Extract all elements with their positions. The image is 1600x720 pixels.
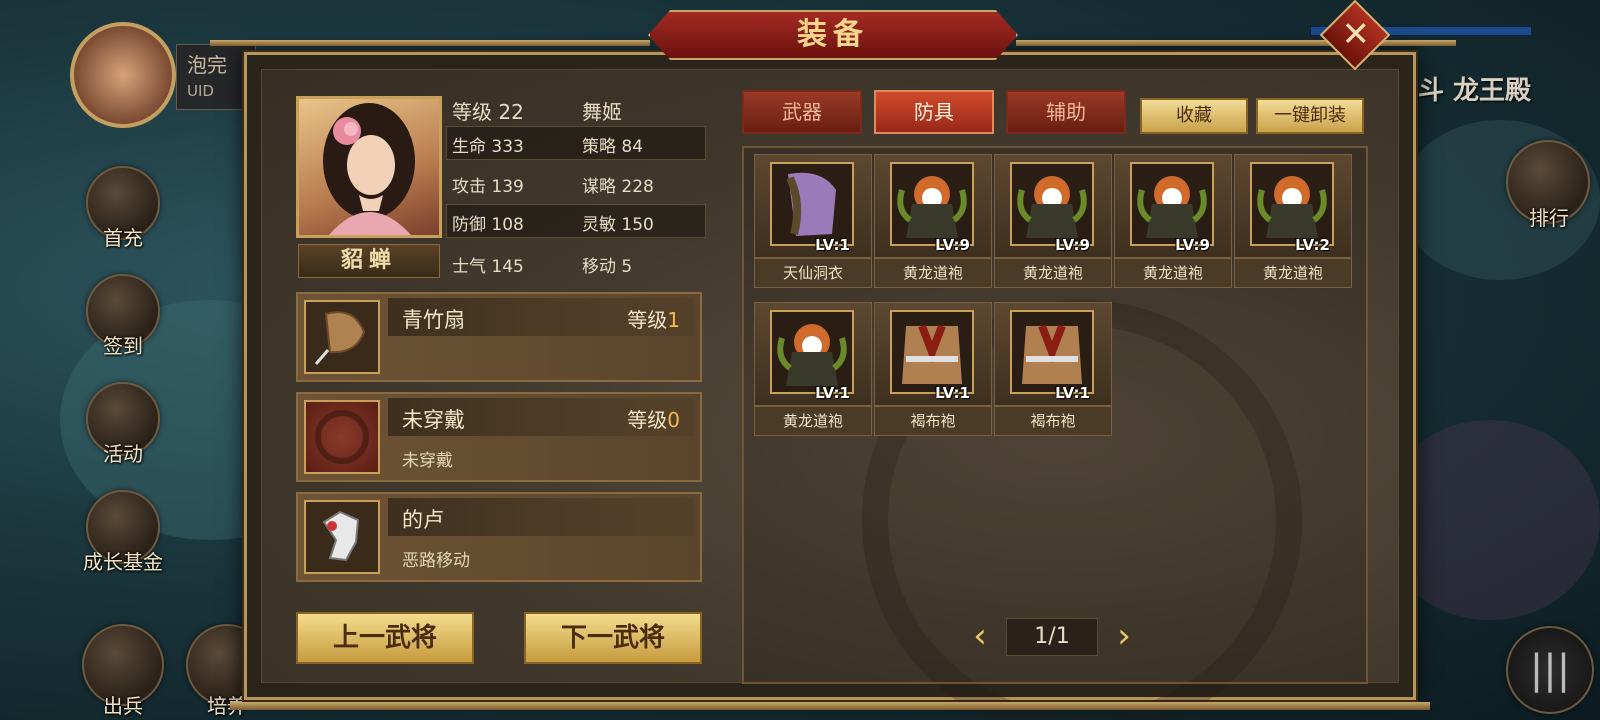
equipped-item-desc: 恶路移动: [402, 551, 470, 571]
item-level: LV:1: [1055, 384, 1090, 402]
item-level: LV:2: [1295, 236, 1330, 254]
inventory-item[interactable]: LV:1 褐布袍: [994, 302, 1112, 436]
dragon-armor-icon: [890, 162, 974, 246]
stat-tactics: 谋略 228: [582, 177, 654, 197]
item-level: LV:1: [815, 236, 850, 254]
menu-button[interactable]: |||: [1506, 626, 1594, 714]
title-ornament-left: [210, 40, 650, 46]
hero-job: 舞姬: [582, 100, 622, 124]
equipped-mount-slot[interactable]: 的卢 恶路移动: [296, 492, 702, 582]
stat-move: 移动 5: [582, 257, 633, 277]
item-name: 黄龙道袍: [1114, 258, 1232, 288]
stat-hp: 生命 333: [452, 137, 524, 157]
unequip-all-button[interactable]: 一键卸装: [1256, 98, 1364, 134]
brown-robe-icon: [890, 310, 974, 394]
inventory-item[interactable]: LV:9 黄龙道袍: [874, 154, 992, 288]
dialog-title: 装备: [648, 10, 1018, 60]
stat-morale: 士气 145: [452, 257, 524, 277]
next-page-button[interactable]: ›: [1108, 618, 1140, 656]
growth-fund-label: 成长基金: [83, 550, 163, 574]
hero-portrait: [296, 96, 442, 238]
inventory-item[interactable]: LV:1 天仙洞衣: [754, 154, 872, 288]
equipped-item-name: 的卢: [402, 508, 444, 532]
prev-page-button[interactable]: ‹: [964, 618, 996, 656]
page-indicator: 1/1: [1006, 618, 1098, 656]
equipped-armor-slot[interactable]: 未穿戴 等级0 未穿戴: [296, 392, 702, 482]
stat-agility: 灵敏 150: [582, 215, 654, 235]
purple-robe-icon: [770, 162, 854, 246]
next-hero-button[interactable]: 下一武将: [524, 612, 702, 664]
horse-icon: [304, 500, 380, 574]
player-avatar[interactable]: [70, 22, 176, 128]
prev-hero-button[interactable]: 上一武将: [296, 612, 474, 664]
equipped-weapon-slot[interactable]: 青竹扇 等级1: [296, 292, 702, 382]
stat-strategy: 策略 84: [582, 137, 644, 157]
hero-portrait-art: [323, 103, 415, 235]
game-screen: 泡完 UID 乱斗 龙王殿 首充 签到 活动 成长基金 出兵 培养 排行 |||…: [0, 0, 1600, 720]
ranking-label: 排行: [1529, 206, 1569, 230]
brown-robe-icon: [1010, 310, 1094, 394]
item-name: 褐布袍: [874, 406, 992, 436]
hero-name: 貂蝉: [298, 244, 440, 278]
item-level: LV:9: [935, 236, 970, 254]
favorite-button[interactable]: 收藏: [1140, 98, 1248, 134]
inventory-item[interactable]: LV:9 黄龙道袍: [994, 154, 1112, 288]
sign-in-label: 签到: [103, 334, 143, 358]
dialog-bottom-ornament: [230, 702, 1430, 710]
item-name: 天仙洞衣: [754, 258, 872, 288]
level-value: 22: [498, 100, 524, 124]
item-level: LV:1: [935, 384, 970, 402]
equipped-item-name: 未穿戴: [402, 408, 465, 432]
event-label: 活动: [103, 442, 143, 466]
item-name: 黄龙道袍: [994, 258, 1112, 288]
tab-armor[interactable]: 防具: [874, 90, 994, 134]
menu-icon: |||: [1529, 647, 1571, 693]
title-ornament-right: [1016, 40, 1456, 46]
item-level: LV:1: [815, 384, 850, 402]
inventory-item[interactable]: LV:1 褐布袍: [874, 302, 992, 436]
close-icon: ✕: [1341, 14, 1370, 55]
equipped-item-name: 青竹扇: [402, 308, 465, 332]
fan-icon: [304, 300, 380, 374]
hero-level: 等级 22: [452, 96, 524, 125]
dragon-armor-icon: [1010, 162, 1094, 246]
inventory-item[interactable]: LV:9 黄龙道袍: [1114, 154, 1232, 288]
tab-weapon[interactable]: 武器: [742, 90, 862, 134]
item-name: 黄龙道袍: [874, 258, 992, 288]
dragon-armor-icon: [1250, 162, 1334, 246]
equipped-item-level: 等级1: [627, 308, 680, 332]
item-name: 黄龙道袍: [1234, 258, 1352, 288]
item-level: LV:9: [1175, 236, 1210, 254]
deploy-label: 出兵: [103, 694, 143, 718]
equipped-item-desc: 未穿戴: [402, 451, 453, 471]
empty-slot-icon: [304, 400, 380, 474]
tab-accessory[interactable]: 辅助: [1006, 90, 1126, 134]
stat-attack: 攻击 139: [452, 177, 524, 197]
dragon-armor-icon: [770, 310, 854, 394]
inventory-item[interactable]: LV:1 黄龙道袍: [754, 302, 872, 436]
stat-defense: 防御 108: [452, 215, 524, 235]
item-name: 黄龙道袍: [754, 406, 872, 436]
inventory-item[interactable]: LV:2 黄龙道袍: [1234, 154, 1352, 288]
item-level: LV:9: [1055, 236, 1090, 254]
level-label: 等级: [452, 100, 492, 124]
dragon-armor-icon: [1130, 162, 1214, 246]
first-recharge-label: 首充: [103, 226, 143, 250]
item-name: 褐布袍: [994, 406, 1112, 436]
equipped-item-level: 等级0: [627, 408, 680, 432]
